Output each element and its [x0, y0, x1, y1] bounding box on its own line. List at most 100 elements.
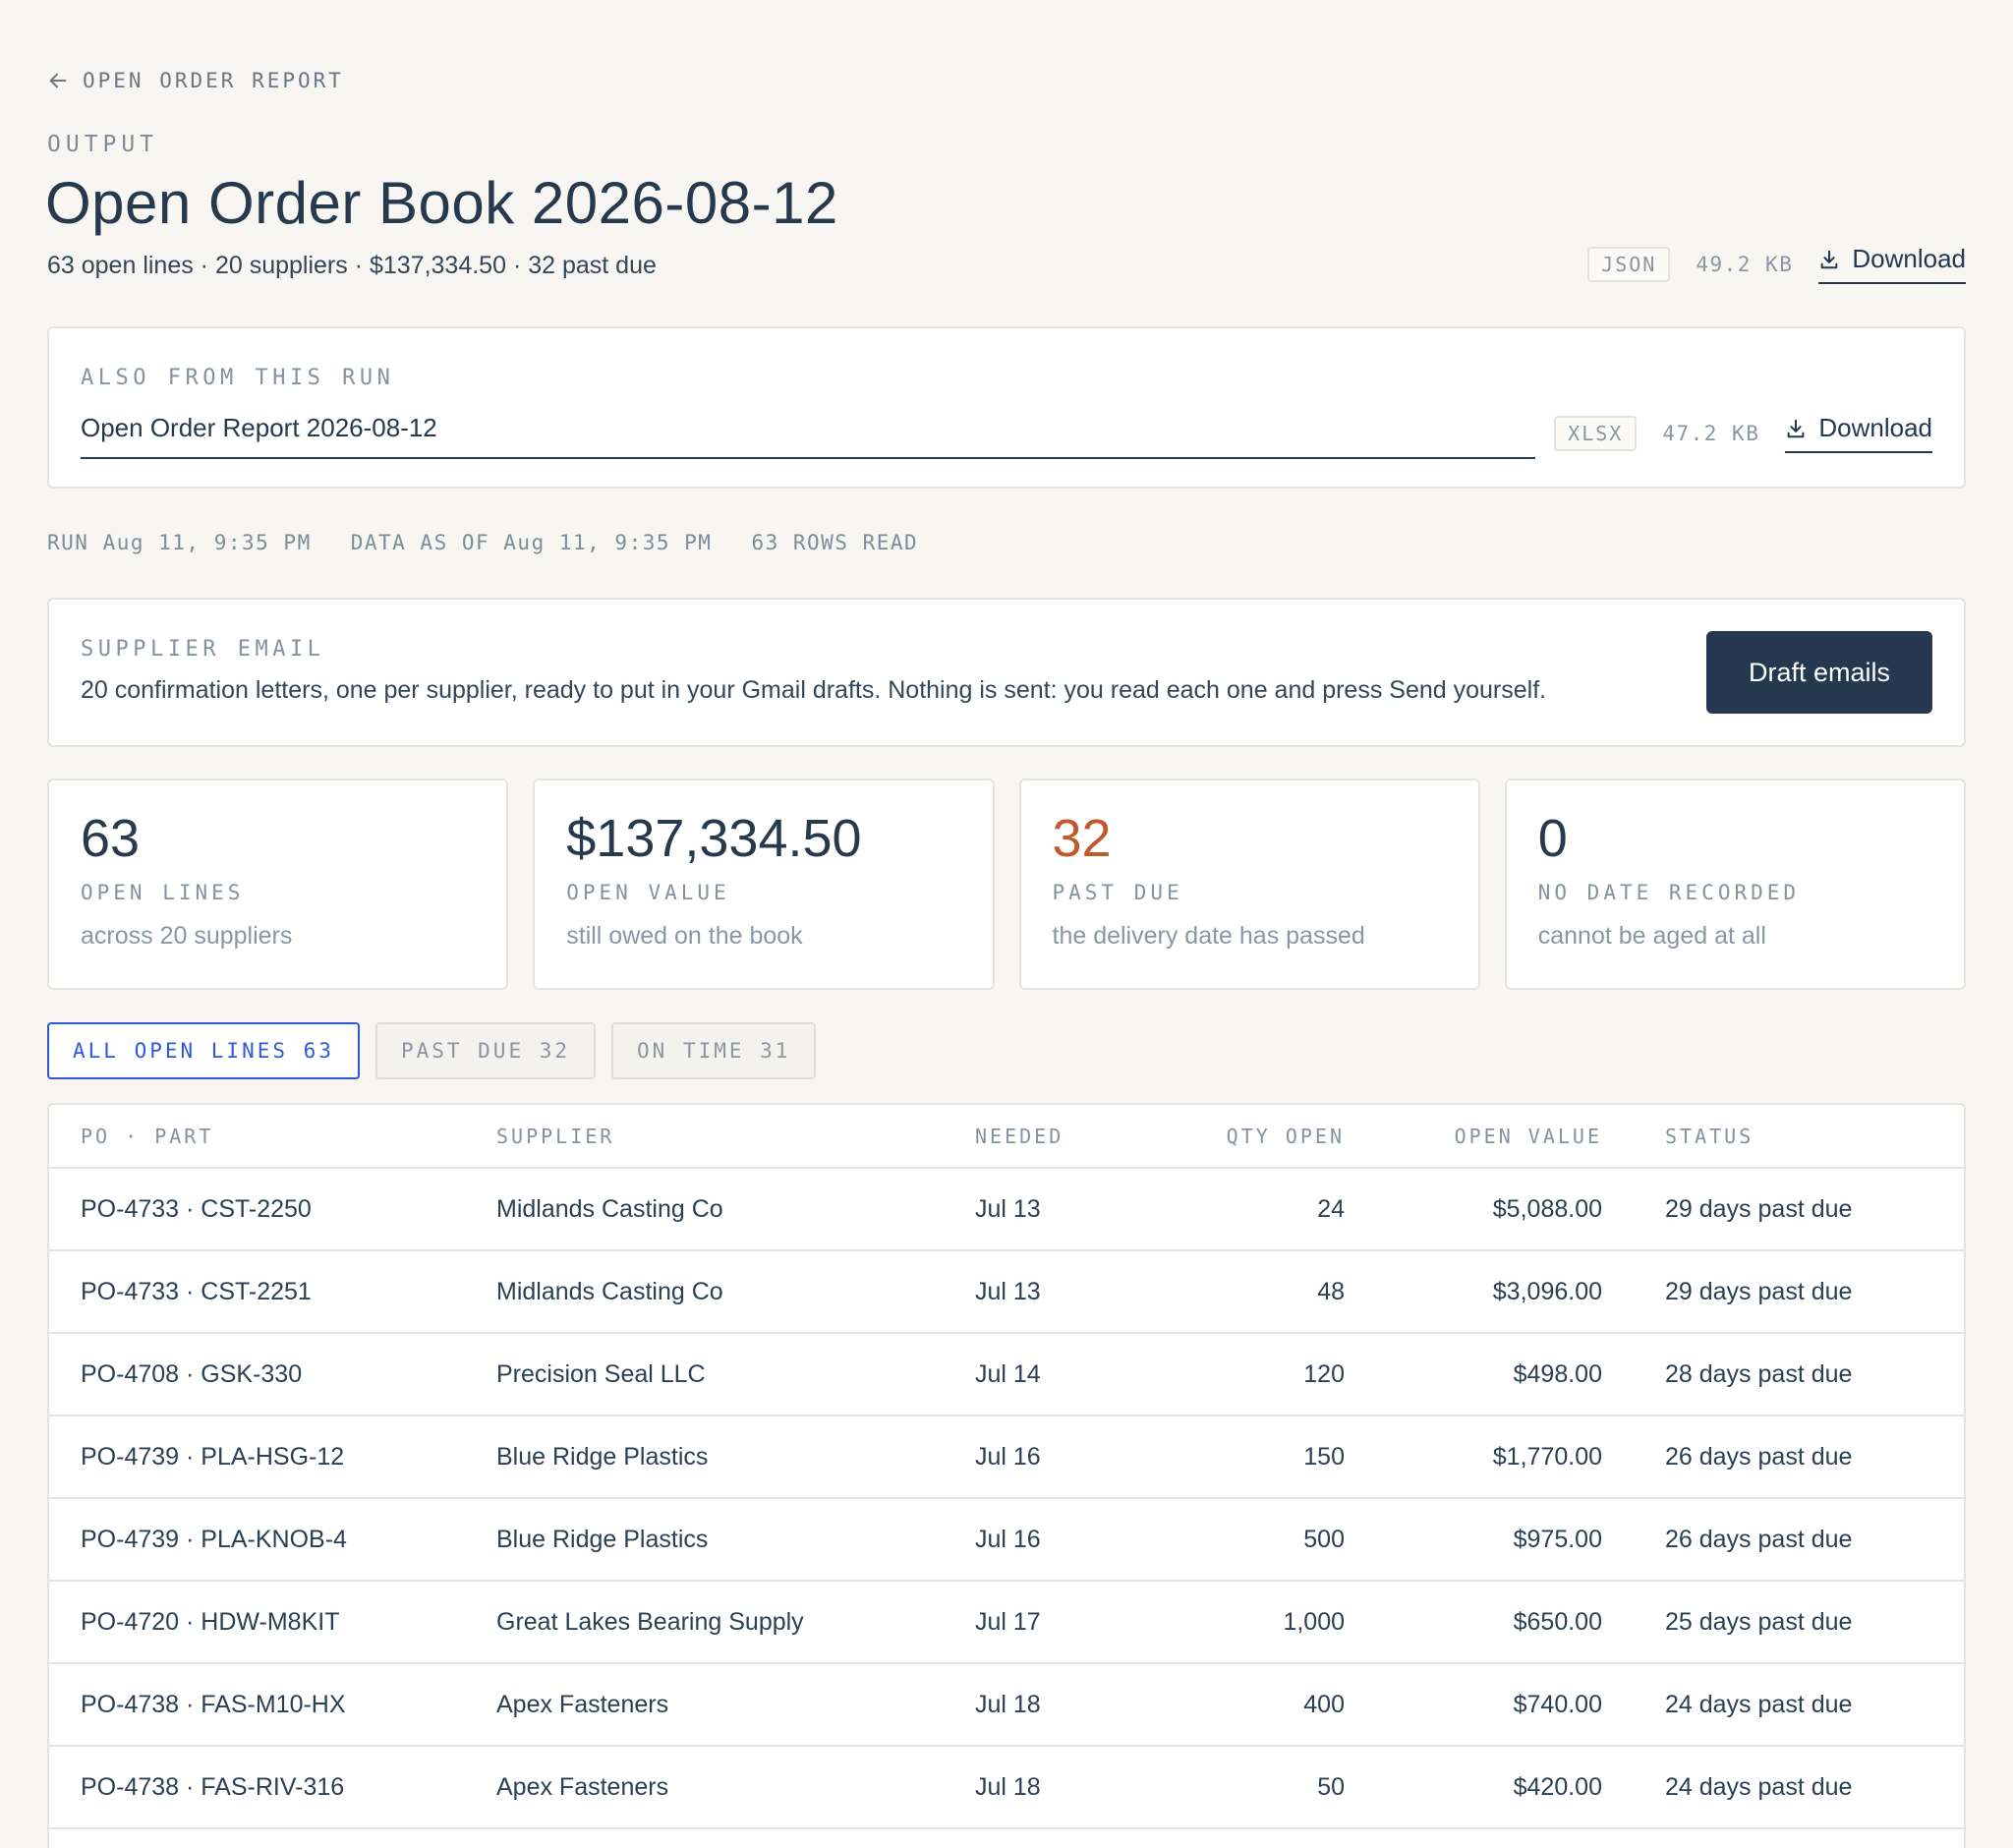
cell-open-value: $1,770.00 [1345, 1415, 1602, 1499]
supplier-email-description: 20 confirmation letters, one per supplie… [81, 676, 1547, 704]
cell-po-part: PO-4739 · PLA-HSG-12 [49, 1415, 496, 1499]
stat-value: 63 [81, 809, 141, 868]
file-size: 47.2 KB [1662, 421, 1760, 445]
filter-tab-on-time[interactable]: ON TIME 31 [611, 1022, 817, 1079]
column-header-needed[interactable]: NEEDED [975, 1105, 1132, 1169]
cell-status: 25 days past due [1602, 1581, 1964, 1664]
cell-qty-open: 400 [1132, 1663, 1345, 1747]
cell-qty-open: 1,000 [1132, 1581, 1345, 1664]
stats-row: 63 OPEN LINES across 20 suppliers $137,3… [47, 779, 1966, 990]
column-header-status[interactable]: STATUS [1602, 1105, 1964, 1169]
cell-open-value: $740.00 [1345, 1663, 1602, 1747]
rows-read: 63 ROWS READ [751, 531, 919, 554]
download-xlsx-button[interactable]: Download [1785, 413, 1932, 453]
supplier-email-label: SUPPLIER EMAIL [81, 637, 325, 662]
cell-qty-open: 150 [1132, 1415, 1345, 1499]
run-timestamp: RUN Aug 11, 9:35 PM [47, 531, 312, 554]
arrow-left-icon [49, 73, 67, 88]
table-row[interactable]: PO-4708 · GSK-330 Precision Seal LLC Jul… [49, 1333, 1964, 1416]
supplier-email-card: SUPPLIER EMAIL 20 confirmation letters, … [47, 598, 1966, 747]
open-lines-table: PO · PART SUPPLIER NEEDED QTY OPEN OPEN … [49, 1105, 1964, 1829]
download-icon [1788, 419, 1805, 437]
stat-subtext: the delivery date has passed [1052, 922, 1365, 950]
cell-supplier: Blue Ridge Plastics [496, 1415, 975, 1499]
table-row[interactable]: PO-4720 · HDW-M8KIT Great Lakes Bearing … [49, 1581, 1964, 1664]
stat-card-open-lines: 63 OPEN LINES across 20 suppliers [47, 779, 509, 990]
column-header-qty-open[interactable]: QTY OPEN [1132, 1105, 1345, 1169]
cell-qty-open: 500 [1132, 1498, 1345, 1582]
cell-open-value: $5,088.00 [1345, 1168, 1602, 1251]
download-icon [1821, 250, 1838, 268]
run-metadata: RUN Aug 11, 9:35 PM DATA AS OF Aug 11, 9… [47, 531, 918, 554]
related-report-name[interactable]: Open Order Report 2026-08-12 [81, 413, 1535, 459]
cell-po-part: PO-4739 · PLA-KNOB-4 [49, 1498, 496, 1582]
cell-status: 29 days past due [1602, 1168, 1964, 1251]
cell-qty-open: 120 [1132, 1333, 1345, 1416]
table-row[interactable]: PO-4738 · FAS-RIV-316 Apex Fasteners Jul… [49, 1746, 1964, 1829]
cell-po-part: PO-4738 · FAS-M10-HX [49, 1663, 496, 1747]
table-row[interactable]: PO-4739 · PLA-HSG-12 Blue Ridge Plastics… [49, 1415, 1964, 1499]
related-file-meta: XLSX 47.2 KB Download [1554, 413, 1932, 453]
stat-label: PAST DUE [1052, 881, 1183, 904]
draft-emails-button[interactable]: Draft emails [1706, 631, 1932, 714]
cell-status: 28 days past due [1602, 1333, 1964, 1416]
format-badge: XLSX [1554, 415, 1638, 451]
cell-po-part: PO-4738 · FAS-RIV-316 [49, 1746, 496, 1829]
stat-label: NO DATE RECORDED [1537, 881, 1801, 904]
download-label: Download [1818, 413, 1932, 442]
cell-needed: Jul 18 [975, 1746, 1132, 1829]
cell-open-value: $975.00 [1345, 1498, 1602, 1582]
cell-needed: Jul 18 [975, 1663, 1132, 1747]
filter-tabs: ALL OPEN LINES 63 PAST DUE 32 ON TIME 31 [47, 1022, 817, 1079]
stat-label: OPEN LINES [81, 881, 245, 904]
stat-value: 32 [1052, 809, 1112, 868]
open-lines-table-card: PO · PART SUPPLIER NEEDED QTY OPEN OPEN … [47, 1103, 1966, 1848]
filter-tab-all[interactable]: ALL OPEN LINES 63 [47, 1022, 360, 1079]
column-header-po-part[interactable]: PO · PART [49, 1105, 496, 1169]
back-link[interactable]: OPEN ORDER REPORT [47, 69, 344, 92]
also-from-run-card: ALSO FROM THIS RUN Open Order Report 202… [47, 326, 1966, 489]
cell-open-value: $420.00 [1345, 1746, 1602, 1829]
cell-supplier: Apex Fasteners [496, 1663, 975, 1747]
stat-subtext: still owed on the book [566, 922, 803, 950]
cell-po-part: PO-4733 · CST-2250 [49, 1168, 496, 1251]
stat-value: $137,334.50 [566, 809, 862, 868]
download-label: Download [1852, 244, 1966, 273]
table-row[interactable]: PO-4733 · CST-2250 Midlands Casting Co J… [49, 1168, 1964, 1251]
cell-needed: Jul 16 [975, 1415, 1132, 1499]
page-title: Open Order Book 2026-08-12 [45, 170, 838, 236]
column-header-supplier[interactable]: SUPPLIER [496, 1105, 975, 1169]
cell-qty-open: 24 [1132, 1168, 1345, 1251]
data-as-of: DATA AS OF Aug 11, 9:35 PM [350, 531, 713, 554]
cell-supplier: Great Lakes Bearing Supply [496, 1581, 975, 1664]
stat-card-no-date: 0 NO DATE RECORDED cannot be aged at all [1504, 779, 1966, 990]
cell-open-value: $498.00 [1345, 1333, 1602, 1416]
table-row[interactable]: PO-4739 · PLA-KNOB-4 Blue Ridge Plastics… [49, 1498, 1964, 1582]
column-header-open-value[interactable]: OPEN VALUE [1345, 1105, 1602, 1169]
stat-card-past-due: 32 PAST DUE the delivery date has passed [1018, 779, 1480, 990]
cell-needed: Jul 17 [975, 1581, 1132, 1664]
stat-label: OPEN VALUE [566, 881, 730, 904]
cell-status: 29 days past due [1602, 1250, 1964, 1334]
cell-open-value: $3,096.00 [1345, 1250, 1602, 1334]
table-row[interactable]: PO-4733 · CST-2251 Midlands Casting Co J… [49, 1250, 1964, 1334]
filter-tab-past-due[interactable]: PAST DUE 32 [374, 1022, 597, 1079]
stat-subtext: cannot be aged at all [1537, 922, 1766, 950]
cell-status: 24 days past due [1602, 1746, 1964, 1829]
cell-open-value: $650.00 [1345, 1581, 1602, 1664]
page-eyebrow: OUTPUT [47, 132, 159, 157]
download-json-button[interactable]: Download [1818, 244, 1966, 284]
stat-card-open-value: $137,334.50 OPEN VALUE still owed on the… [533, 779, 995, 990]
cell-po-part: PO-4720 · HDW-M8KIT [49, 1581, 496, 1664]
cell-supplier: Midlands Casting Co [496, 1250, 975, 1334]
cell-status: 26 days past due [1602, 1415, 1964, 1499]
table-row[interactable]: PO-4738 · FAS-M10-HX Apex Fasteners Jul … [49, 1663, 1964, 1747]
cell-needed: Jul 14 [975, 1333, 1132, 1416]
cell-needed: Jul 13 [975, 1168, 1132, 1251]
also-from-run-label: ALSO FROM THIS RUN [81, 366, 395, 390]
back-link-label: OPEN ORDER REPORT [83, 69, 344, 92]
cell-po-part: PO-4708 · GSK-330 [49, 1333, 496, 1416]
cell-needed: Jul 16 [975, 1498, 1132, 1582]
cell-supplier: Midlands Casting Co [496, 1168, 975, 1251]
cell-status: 24 days past due [1602, 1663, 1964, 1747]
